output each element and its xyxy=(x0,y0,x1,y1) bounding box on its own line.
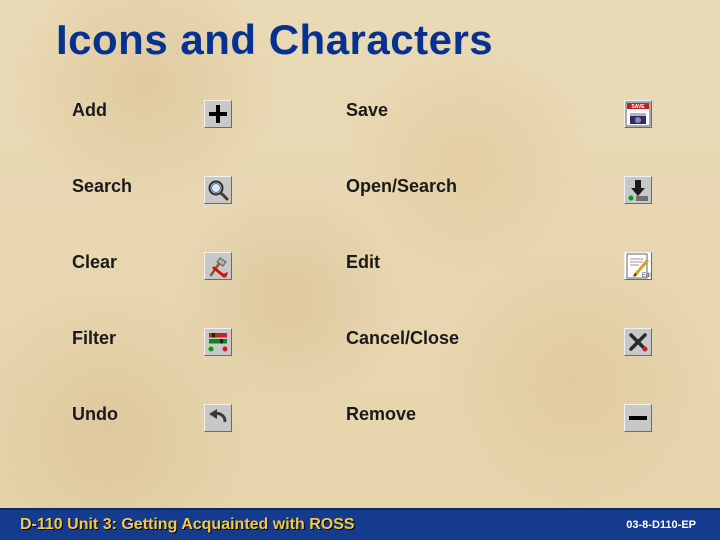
label-save: Save xyxy=(346,100,624,121)
label-cancel-close: Cancel/Close xyxy=(346,328,624,349)
label-filter: Filter xyxy=(72,328,204,349)
label-undo: Undo xyxy=(72,404,204,425)
save-icon: SAVE xyxy=(624,100,652,128)
remove-icon xyxy=(624,404,652,432)
icon-row: Clear Edit xyxy=(72,252,682,328)
icon-row: Search Open/Search xyxy=(72,176,682,252)
footer-bar: D-110 Unit 3: Getting Acquainted with RO… xyxy=(0,508,720,540)
icon-row: Undo Remove xyxy=(72,404,682,472)
svg-text:Edit: Edit xyxy=(642,273,651,279)
label-open-search: Open/Search xyxy=(346,176,624,197)
open-search-icon xyxy=(624,176,652,204)
slide: Icons and Characters Add Save xyxy=(0,0,720,540)
label-search: Search xyxy=(72,176,204,197)
footer-slide-code: 03-8-D110-EP xyxy=(626,519,720,531)
add-icon xyxy=(204,100,232,128)
footer-unit-label: D-110 Unit 3: Getting Acquainted with RO… xyxy=(0,516,626,534)
undo-icon xyxy=(204,404,232,432)
edit-icon: Edit xyxy=(624,252,652,280)
icon-row: Filter Cancel/Close xyxy=(72,328,682,404)
svg-text:SAVE: SAVE xyxy=(631,104,645,110)
icon-grid: Add Save SAVE xyxy=(72,100,682,472)
label-clear: Clear xyxy=(72,252,204,273)
label-edit: Edit xyxy=(346,252,624,273)
clear-icon xyxy=(204,252,232,280)
label-add: Add xyxy=(72,100,204,121)
icon-row: Add Save SAVE xyxy=(72,100,682,176)
filter-icon xyxy=(204,328,232,356)
slide-title: Icons and Characters xyxy=(56,16,493,64)
label-remove: Remove xyxy=(346,404,624,425)
cancel-close-icon xyxy=(624,328,652,356)
search-icon xyxy=(204,176,232,204)
